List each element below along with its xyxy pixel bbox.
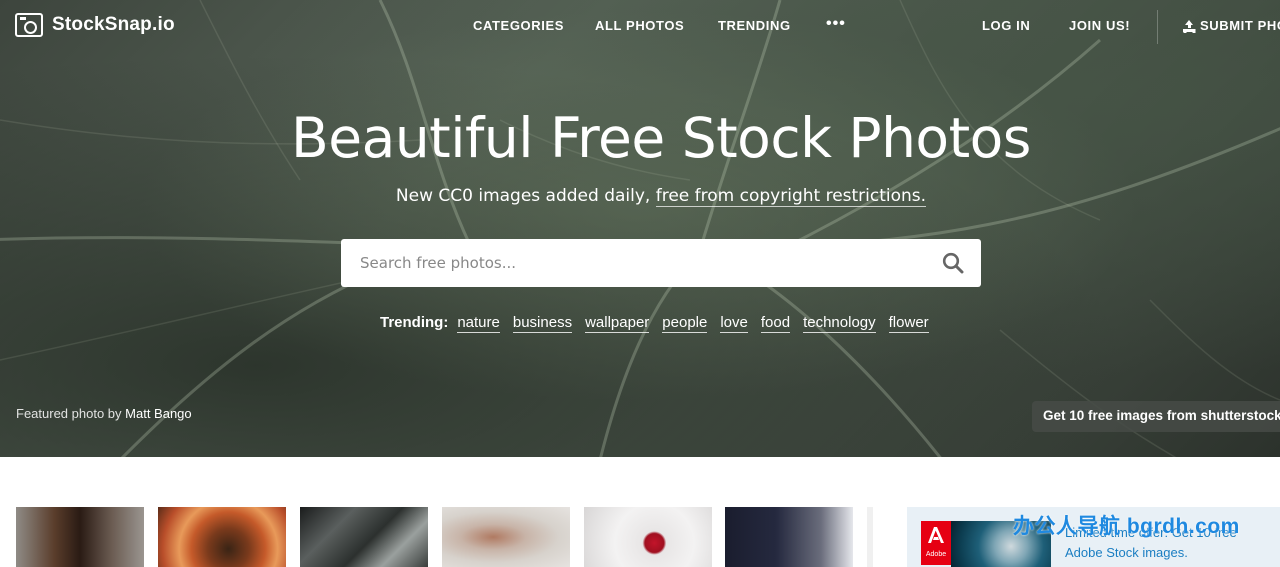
- shutterstock-promo-button[interactable]: Get 10 free images from shutterstock: [1032, 401, 1280, 432]
- hero-title: Beautiful Free Stock Photos: [291, 106, 1031, 170]
- site-name: StockSnap.io: [52, 14, 175, 35]
- upload-icon: [1183, 19, 1195, 32]
- site-logo[interactable]: StockSnap.io: [15, 13, 175, 37]
- trending-tag-love[interactable]: love: [720, 314, 748, 333]
- copyright-link[interactable]: free from copyright restrictions.: [655, 186, 927, 207]
- nav-trending[interactable]: TRENDING: [718, 18, 791, 33]
- trending-tag-flower[interactable]: flower: [888, 314, 929, 333]
- watermark-overlay: 办公人导航 bgrdh.com: [1013, 515, 1240, 538]
- nav-more-menu[interactable]: •••: [826, 15, 846, 33]
- adobe-logo-text: Adobe: [925, 551, 947, 558]
- search-input[interactable]: [341, 239, 925, 287]
- trending-tag-nature[interactable]: nature: [457, 314, 500, 333]
- search-button[interactable]: [925, 239, 981, 287]
- adobe-a-mark: [928, 527, 944, 543]
- hero-banner: StockSnap.io CATEGORIES ALL PHOTOS TREND…: [0, 0, 1280, 457]
- trending-tag-technology[interactable]: technology: [803, 314, 876, 333]
- search-icon: [942, 252, 964, 274]
- camera-logo-icon: [15, 13, 43, 37]
- photo-thumbnail[interactable]: [16, 507, 144, 567]
- photo-thumbnail[interactable]: [725, 507, 853, 567]
- leaf-background: [0, 0, 1280, 457]
- nav-divider: [1157, 10, 1158, 44]
- photo-thumbnail[interactable]: [300, 507, 428, 567]
- hero-subtitle: New CC0 images added daily, free from co…: [0, 186, 1280, 207]
- trending-label: Trending:: [380, 314, 449, 331]
- nav-login[interactable]: LOG IN: [982, 18, 1030, 33]
- photo-thumbnail[interactable]: [584, 507, 712, 567]
- featured-photo-credit: Featured photo by Matt Bango: [16, 406, 192, 421]
- trending-tag-food[interactable]: food: [760, 314, 791, 333]
- trending-tag-wallpaper[interactable]: wallpaper: [585, 314, 650, 333]
- trending-tag-people[interactable]: people: [662, 314, 708, 333]
- photo-thumbnail[interactable]: [158, 507, 286, 567]
- trending-tag-business[interactable]: business: [512, 314, 573, 333]
- adobe-logo-icon: Adobe: [921, 521, 951, 565]
- search-bar: [341, 239, 981, 287]
- nav-categories[interactable]: CATEGORIES: [473, 18, 564, 33]
- nav-join[interactable]: JOIN US!: [1069, 18, 1130, 33]
- featured-author-link[interactable]: Matt Bango: [125, 406, 192, 421]
- hero-subtitle-text: New CC0 images added daily,: [395, 186, 651, 206]
- photo-thumbnail[interactable]: [867, 507, 873, 567]
- ad-line-2: Adobe Stock images.: [1065, 545, 1188, 560]
- photo-thumbnail[interactable]: [442, 507, 570, 567]
- nav-submit-label: SUBMIT PHO: [1200, 18, 1280, 33]
- nav-all-photos[interactable]: ALL PHOTOS: [595, 18, 684, 33]
- nav-submit-photos[interactable]: SUBMIT PHO: [1183, 18, 1280, 33]
- featured-prefix: Featured photo by: [16, 406, 122, 421]
- trending-tags: Trending: nature business wallpaper peop…: [380, 314, 942, 333]
